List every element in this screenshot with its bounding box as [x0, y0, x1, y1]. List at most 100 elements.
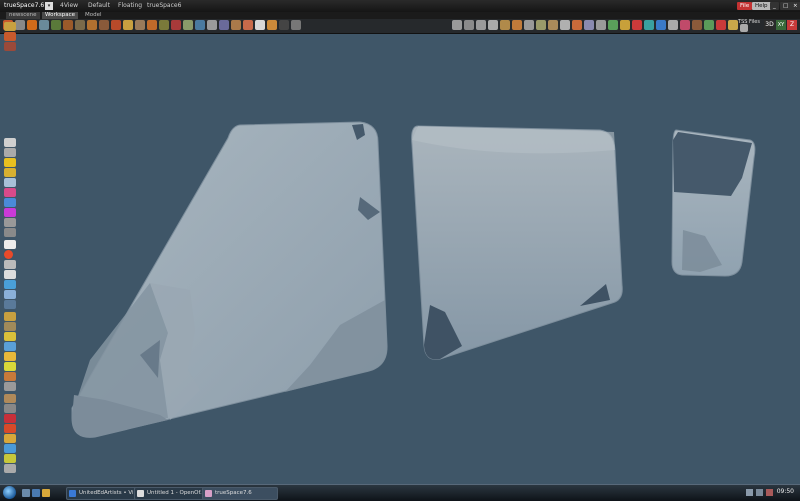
counter-tool-icon[interactable]: [4, 240, 16, 249]
uv-tool-icon[interactable]: [231, 20, 241, 30]
rewind-tool-icon[interactable]: [4, 260, 16, 269]
top-tool-1-icon[interactable]: [4, 22, 16, 31]
browser-icon[interactable]: [704, 20, 714, 30]
view-fit-icon[interactable]: [560, 20, 570, 30]
folder-icon[interactable]: [728, 20, 738, 30]
scale-tool-icon[interactable]: [476, 20, 486, 30]
view-z-button[interactable]: Z: [787, 20, 797, 30]
tab-floating[interactable]: Floating: [118, 1, 142, 11]
next-frame-icon[interactable]: [4, 290, 16, 299]
light-view-icon[interactable]: [584, 20, 594, 30]
axis-tool-icon[interactable]: [488, 20, 498, 30]
modeling-tool-icon[interactable]: [63, 20, 73, 30]
select-tool-icon[interactable]: [4, 138, 16, 147]
lathe-tool-icon[interactable]: [195, 20, 205, 30]
file-button[interactable]: File: [737, 2, 753, 10]
sweep-tool-icon[interactable]: [207, 20, 217, 30]
extrude-tool-icon[interactable]: [183, 20, 193, 30]
render-preview-icon[interactable]: [608, 20, 618, 30]
tss-files-icon[interactable]: [740, 24, 748, 32]
tab-model[interactable]: Model: [82, 12, 105, 19]
key-tool-icon[interactable]: [4, 312, 16, 321]
sky-tool-icon[interactable]: [4, 342, 16, 351]
tab-4view[interactable]: 4View: [60, 1, 78, 11]
fire-tool-icon-2[interactable]: [4, 424, 16, 433]
color-tool-icon[interactable]: [4, 198, 16, 207]
fog-tool-icon[interactable]: [4, 382, 16, 391]
bowl-tool-icon[interactable]: [279, 20, 289, 30]
paint-tool-icon-2[interactable]: [4, 188, 16, 197]
rope-tool-icon[interactable]: [4, 394, 16, 403]
light-bulb-icon[interactable]: [4, 332, 16, 341]
start-button[interactable]: [3, 486, 16, 499]
snap-tool-icon[interactable]: [512, 20, 522, 30]
minimize-button[interactable]: _: [770, 2, 779, 10]
view-3d-button[interactable]: 3D: [764, 20, 775, 30]
record-tool-icon[interactable]: [4, 250, 13, 259]
globe-tool-icon[interactable]: [4, 178, 16, 187]
quicklaunch-switcher-icon[interactable]: [32, 489, 40, 497]
render-tool-icon[interactable]: [243, 20, 253, 30]
tab-newscene[interactable]: newscene: [6, 12, 40, 19]
viewport-canvas[interactable]: [0, 34, 800, 484]
plane-tool-icon[interactable]: [135, 20, 145, 30]
view-xy-button[interactable]: XY: [776, 20, 786, 30]
cone-tool-icon[interactable]: [111, 20, 121, 30]
view-rotate-icon[interactable]: [524, 20, 534, 30]
window-pane-left[interactable]: [71, 121, 388, 438]
pivot-tool-icon[interactable]: [500, 20, 510, 30]
brush-tool-icon[interactable]: [147, 20, 157, 30]
help-button[interactable]: Help: [752, 2, 771, 10]
home-icon[interactable]: [716, 20, 726, 30]
animation-icon[interactable]: [644, 20, 654, 30]
play-tool-icon[interactable]: [4, 280, 16, 289]
settings-tool-icon[interactable]: [291, 20, 301, 30]
title-dropdown-button[interactable]: ▾: [45, 2, 53, 10]
physics-icon[interactable]: [680, 20, 690, 30]
tray-network-icon[interactable]: [746, 489, 753, 496]
deform-tool-icon[interactable]: [159, 20, 169, 30]
view-pan-icon[interactable]: [536, 20, 546, 30]
close-button[interactable]: ×: [790, 2, 800, 10]
end-frame-icon[interactable]: [4, 300, 16, 309]
paint-tool-icon[interactable]: [27, 20, 37, 30]
yellow-tool-icon[interactable]: [4, 454, 16, 463]
cylinder-tool-icon[interactable]: [99, 20, 109, 30]
library-icon[interactable]: [692, 20, 702, 30]
prev-frame-icon[interactable]: [4, 270, 16, 279]
star-tool-icon[interactable]: [4, 362, 16, 371]
gold-tool-icon[interactable]: [4, 434, 16, 443]
bone-tool-icon[interactable]: [4, 322, 16, 331]
view-zoom-icon[interactable]: [548, 20, 558, 30]
unlink-icon[interactable]: [668, 20, 678, 30]
taskbar-item-truespace[interactable]: trueSpace7.6: [202, 487, 278, 500]
tray-security-icon[interactable]: [766, 489, 773, 496]
record-icon[interactable]: [632, 20, 642, 30]
rotate-tool-icon[interactable]: [464, 20, 474, 30]
quicklaunch-desktop-icon[interactable]: [22, 489, 30, 497]
tab-truespace6[interactable]: trueSpace6: [147, 1, 181, 11]
window-pane-right[interactable]: [671, 129, 756, 277]
tray-volume-icon[interactable]: [756, 489, 763, 496]
top-tool-3-icon[interactable]: [4, 42, 16, 51]
light-tool-icon[interactable]: [39, 20, 49, 30]
obj-export-icon[interactable]: [255, 20, 265, 30]
torus-tool-icon[interactable]: [123, 20, 133, 30]
primitive-tool-icon[interactable]: [51, 20, 61, 30]
boolean-tool-icon[interactable]: [219, 20, 229, 30]
3d-viewport[interactable]: [0, 34, 800, 484]
smile-tool-icon[interactable]: [4, 168, 16, 177]
fire-tool-icon[interactable]: [4, 372, 16, 381]
camera-view-icon[interactable]: [572, 20, 582, 30]
sun-tool-icon[interactable]: [4, 352, 16, 361]
chain-tool-icon[interactable]: [4, 404, 16, 413]
palette-tool-icon[interactable]: [4, 208, 16, 217]
face-tool-icon[interactable]: [4, 158, 16, 167]
link-icon[interactable]: [656, 20, 666, 30]
material-tool-icon[interactable]: [15, 20, 25, 30]
grid-toggle-icon[interactable]: [596, 20, 606, 30]
render-scene-icon[interactable]: [620, 20, 630, 30]
misc-tool-icon[interactable]: [4, 464, 16, 473]
tab-workspace[interactable]: Workspace: [42, 12, 79, 19]
gray-tool-icon[interactable]: [4, 228, 16, 237]
